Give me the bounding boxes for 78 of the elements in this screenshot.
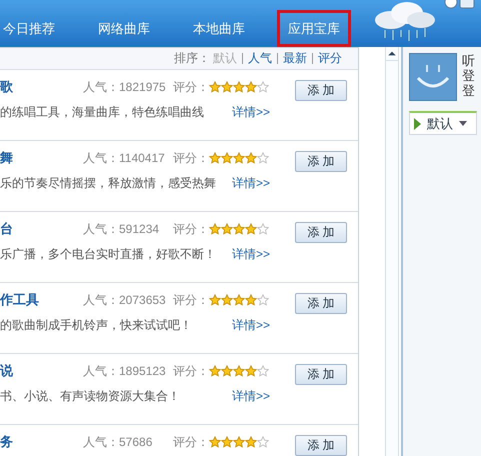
add-button[interactable]: 添 加 [295, 364, 347, 385]
popularity-text: 人气：1140417 [83, 150, 166, 166]
star-icon [209, 436, 221, 448]
sort-link[interactable]: 人气 [248, 50, 272, 67]
score-label: 评分： [173, 362, 209, 380]
star-icon [257, 294, 269, 306]
app-title[interactable]: 台 [0, 220, 83, 238]
app-description: 乐广播，多个电台实时直播，好歌不断！ [0, 246, 217, 262]
details-link[interactable]: 详情>> [232, 104, 270, 120]
profile-text: 听 [462, 53, 475, 68]
app-title[interactable]: 说 [0, 362, 83, 380]
profile-text: 登 [462, 68, 475, 83]
star-icon [245, 223, 257, 235]
star-icon [209, 223, 221, 235]
play-icon [414, 118, 421, 130]
star-icon [245, 294, 257, 306]
star-icon [233, 294, 245, 306]
star-icon [221, 436, 233, 448]
add-button[interactable]: 添 加 [295, 80, 347, 101]
score-label: 评分： [173, 292, 209, 308]
star-icon [257, 365, 269, 377]
sort-link[interactable]: 最新 [283, 50, 307, 67]
star-icon [221, 223, 233, 235]
details-link[interactable]: 详情>> [232, 246, 270, 262]
score-label: 评分： [173, 220, 209, 238]
details-link[interactable]: 详情>> [232, 316, 270, 334]
star-icon [257, 152, 269, 164]
app-description: 书、小说、有声读物资源大集合！ [0, 388, 181, 404]
app-description: 乐的节奏尽情摇摆，释放激情，感受热舞 [0, 174, 217, 192]
popularity-text: 人气：1821975 [83, 78, 167, 96]
caret-icon [459, 121, 467, 126]
star-icon [221, 294, 233, 306]
star-icon [221, 152, 233, 164]
details-link[interactable]: 详情>> [232, 388, 270, 404]
star-icon [245, 152, 257, 164]
app-title[interactable]: 舞 [0, 149, 83, 167]
score-label: 评分： [173, 434, 209, 450]
app-title[interactable]: 务 [0, 433, 83, 451]
star-icon [257, 81, 269, 93]
star-icon [233, 152, 245, 164]
sort-label: 排序： [174, 50, 210, 67]
sort-link[interactable]: 评分 [318, 50, 342, 67]
star-icon [209, 365, 221, 377]
nav-tab[interactable]: 本地曲库 [182, 10, 256, 47]
star-icon [233, 436, 245, 448]
star-icon [209, 81, 221, 93]
nav-tab[interactable]: 今日推荐 [0, 10, 66, 47]
star-icon [209, 294, 221, 306]
star-icon [233, 223, 245, 235]
star-icon [245, 81, 257, 93]
app-title[interactable]: 歌 [0, 78, 83, 96]
popularity-text: 人气：1895123 [83, 362, 167, 380]
star-icon [233, 81, 245, 93]
score-label: 评分： [173, 78, 209, 96]
score-label: 评分： [173, 150, 209, 166]
app-description: 的歌曲制成手机铃声，快来试试吧！ [0, 316, 193, 334]
add-button[interactable]: 添 加 [295, 222, 347, 243]
star-icon [209, 152, 221, 164]
star-icon [257, 436, 269, 448]
nav-tab[interactable]: 网络曲库 [87, 10, 161, 47]
add-button[interactable]: 添 加 [295, 293, 347, 314]
star-icon [245, 436, 257, 448]
star-icon [245, 365, 257, 377]
star-icon [221, 81, 233, 93]
playlist-tab[interactable]: 默认 [409, 111, 477, 135]
profile-text: 登 [462, 83, 475, 98]
app-description: 的练唱工具，海量曲库，特色练唱曲线 [0, 104, 205, 120]
details-link[interactable]: 详情>> [232, 174, 270, 192]
nav-tab[interactable]: 应用宝库 [277, 10, 351, 47]
avatar-icon[interactable] [409, 53, 457, 101]
popularity-text: 人气：591234 [83, 220, 160, 238]
add-button[interactable]: 添 加 [295, 435, 347, 456]
popularity-text: 人气：2073653 [83, 292, 167, 308]
star-icon [221, 365, 233, 377]
add-button[interactable]: 添 加 [295, 151, 347, 172]
popularity-text: 人气：57686 [83, 434, 154, 450]
star-icon [233, 365, 245, 377]
star-icon [257, 223, 269, 235]
